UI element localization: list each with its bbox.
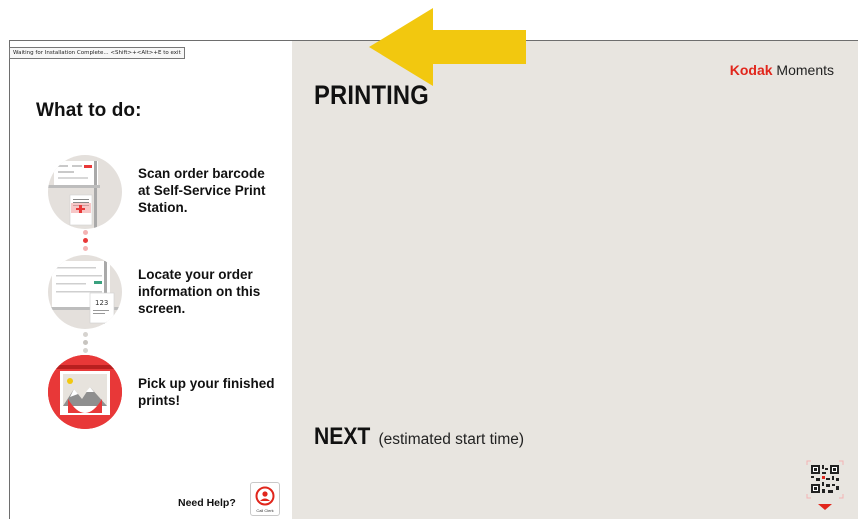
step-1-text: Scan order barcode at Self-Service Print… (138, 166, 266, 215)
brand-logo-bold: Kodak (729, 62, 773, 78)
step-connector-dot (83, 340, 88, 345)
call-clerk-button[interactable]: Call Clerk (250, 482, 280, 516)
call-clerk-caption: Call Clerk (256, 508, 274, 513)
need-help-label: Need Help? (178, 497, 236, 509)
barcode-scan-illustration-icon (48, 155, 122, 229)
step-connector-dot (83, 348, 88, 353)
installer-status-bar: Waiting for Installation Complete... <Sh… (9, 47, 185, 59)
order-number-sample: 123 (95, 299, 108, 307)
step-connector-dot (83, 246, 88, 251)
next-heading: NEXT (314, 423, 371, 450)
brand-logo: Kodak Moments (730, 62, 834, 78)
step-connector-dot (83, 332, 88, 337)
next-heading-row: NEXT (estimated start time) (314, 423, 524, 451)
photo-print-illustration-icon (48, 355, 122, 429)
person-icon (255, 486, 275, 506)
order-screen-illustration-icon: 123 (48, 255, 122, 329)
step-connector-dot (83, 238, 88, 243)
step-connector-dot (83, 230, 88, 235)
left-arrow-icon (369, 8, 526, 86)
instructions-title: What to do: (36, 100, 142, 121)
qr-code-icon (806, 460, 844, 510)
step-2-text: Locate your order information on this sc… (138, 267, 261, 316)
brand-logo-rest: Moments (772, 62, 834, 78)
next-subtitle: (estimated start time) (378, 431, 525, 448)
step-3-text: Pick up your finished prints! (138, 376, 275, 408)
